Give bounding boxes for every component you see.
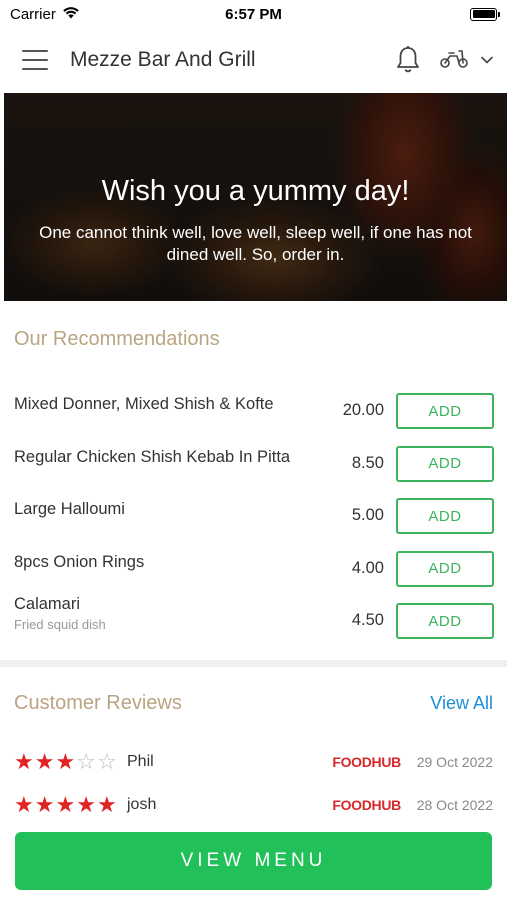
add-button[interactable]: ADD xyxy=(396,550,494,587)
add-button[interactable]: ADD xyxy=(396,393,494,429)
star-filled-icon: ★ xyxy=(55,792,76,817)
reviewer-name: Phil xyxy=(127,753,154,770)
status-bar: Carrier 6:57 PM xyxy=(0,0,507,28)
header-actions xyxy=(395,45,493,75)
hero-text: Wish you a yummy day! One cannot think w… xyxy=(4,175,507,266)
view-menu-button[interactable]: VIEW MENU xyxy=(15,832,492,890)
review-row: ★ ★ ★ ☆ ☆ Phil FOODHUB 29 Oct 2022 xyxy=(0,748,507,776)
add-button[interactable]: ADD xyxy=(396,603,494,639)
add-button[interactable]: ADD xyxy=(396,498,494,534)
recommendations-list: Mixed Donner, Mixed Shish & Kofte 20.00 … xyxy=(0,385,507,648)
list-item: Regular Chicken Shish Kebab In Pitta 8.5… xyxy=(0,438,507,491)
star-filled-icon: ★ xyxy=(14,792,34,817)
battery-icon xyxy=(470,7,500,21)
section-divider xyxy=(0,660,507,667)
item-price: 4.50 xyxy=(351,611,384,629)
list-item: 8pcs Onion Rings 4.00 ADD xyxy=(0,543,507,596)
item-name: 8pcs Onion Rings xyxy=(14,552,145,571)
status-time: 6:57 PM xyxy=(225,5,282,23)
star-filled-icon: ★ xyxy=(76,792,96,817)
carrier-label: Carrier xyxy=(10,5,56,23)
app-header: Mezze Bar And Grill xyxy=(0,28,507,92)
scooter-icon xyxy=(439,47,469,74)
review-date: 28 Oct 2022 xyxy=(416,797,493,813)
item-name: Calamari xyxy=(14,595,81,613)
item-price: 20.00 xyxy=(342,401,384,419)
star-filled-icon: ★ xyxy=(96,792,117,817)
item-name: Large Halloumi xyxy=(14,500,125,518)
star-filled-icon: ★ xyxy=(55,749,76,774)
item-price: 5.00 xyxy=(351,506,384,524)
hero-banner: Wish you a yummy day! One cannot think w… xyxy=(4,93,507,301)
status-left: Carrier xyxy=(10,6,180,23)
view-all-link[interactable]: View All xyxy=(430,693,493,714)
status-right xyxy=(327,7,500,21)
list-item: Mixed Donner, Mixed Shish & Kofte 20.00 … xyxy=(0,385,507,438)
menu-icon[interactable] xyxy=(22,50,48,70)
item-price: 4.00 xyxy=(351,558,384,577)
rating-stars: ★ ★ ★ ☆ ☆ xyxy=(14,751,117,773)
list-item: Large Halloumi 5.00 ADD xyxy=(0,490,507,543)
delivery-selector[interactable] xyxy=(439,47,493,74)
star-empty-icon: ☆ xyxy=(96,749,117,774)
star-filled-icon: ★ xyxy=(34,792,55,817)
star-filled-icon: ★ xyxy=(14,749,34,774)
star-empty-icon: ☆ xyxy=(76,749,96,774)
restaurant-title: Mezze Bar And Grill xyxy=(70,48,256,71)
bell-icon[interactable] xyxy=(395,45,421,75)
review-row: ★ ★ ★ ★ ★ josh FOODHUB 28 Oct 2022 xyxy=(0,791,507,819)
chevron-down-icon xyxy=(481,51,493,69)
foodhub-logo: FOODHUB xyxy=(332,754,401,770)
wifi-icon xyxy=(62,6,80,23)
review-date: 29 Oct 2022 xyxy=(416,754,493,770)
item-description: Fried squid dish xyxy=(14,617,106,632)
star-filled-icon: ★ xyxy=(34,749,55,774)
list-item: Calamari Fried squid dish 4.50 ADD xyxy=(0,595,507,648)
hero-subtitle: One cannot think well, love well, sleep … xyxy=(39,223,472,264)
item-name: Regular Chicken Shish Kebab In Pitta xyxy=(14,447,291,466)
reviews-title: Customer Reviews xyxy=(14,692,182,714)
rating-stars: ★ ★ ★ ★ ★ xyxy=(14,794,117,816)
reviewer-name: josh xyxy=(127,796,157,813)
hero-title: Wish you a yummy day! xyxy=(101,175,410,207)
add-button[interactable]: ADD xyxy=(396,445,494,482)
foodhub-logo: FOODHUB xyxy=(332,797,401,813)
recommendations-title: Our Recommendations xyxy=(14,328,220,350)
item-name: Mixed Donner, Mixed Shish & Kofte xyxy=(14,395,274,413)
item-price: 8.50 xyxy=(351,453,384,472)
